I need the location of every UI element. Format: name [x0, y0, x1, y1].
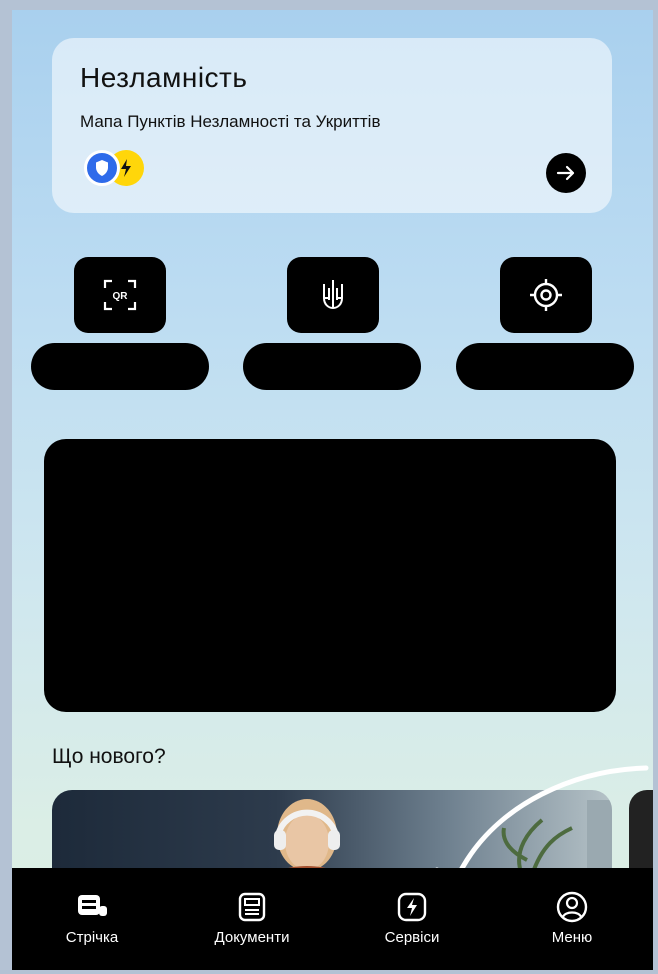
tab-feed-label: Стрічка [65, 929, 119, 946]
profile-icon [555, 890, 589, 924]
tab-documents[interactable]: Документи [172, 868, 332, 970]
documents-icon [235, 890, 269, 924]
tab-menu[interactable]: Меню [492, 868, 652, 970]
feed-icon [75, 890, 109, 924]
app-screen: Незламність Мапа Пунктів Незламності та … [12, 10, 653, 970]
bottom-tab-bar: Стрічка Документи Сервіси Меню [12, 868, 653, 970]
tab-services-label: Сервіси [384, 929, 440, 946]
tab-feed[interactable]: Стрічка [12, 868, 172, 970]
tab-documents-label: Документи [214, 929, 290, 946]
tab-services[interactable]: Сервіси [332, 868, 492, 970]
tab-menu-label: Меню [551, 929, 593, 946]
shield-icon [84, 150, 120, 186]
services-bolt-icon [395, 890, 429, 924]
